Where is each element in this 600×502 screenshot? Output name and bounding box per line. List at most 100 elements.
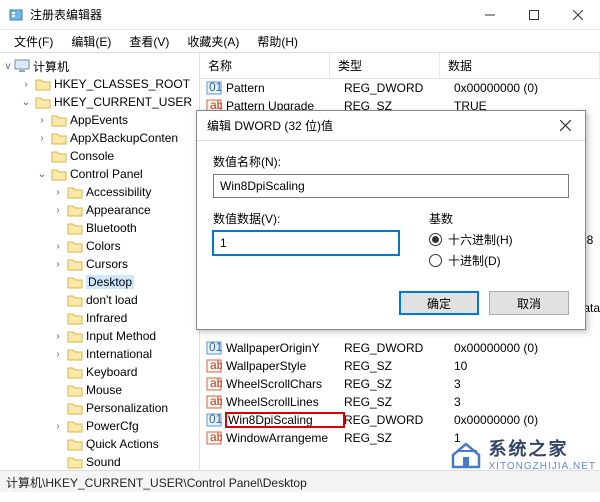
tree-item[interactable]: ›Colors [0,237,199,255]
value-data: 3 [454,395,600,409]
tree-pane[interactable]: v 计算机 ›HKEY_CLASSES_ROOT ⌄ HKEY_CURRENT_US… [0,53,200,470]
expander-icon[interactable]: › [52,187,64,198]
tree-item[interactable]: Quick Actions [0,435,199,453]
app-icon [8,7,24,23]
svg-text:011: 011 [209,412,222,426]
menu-edit[interactable]: 编辑(E) [63,31,119,52]
tree-item[interactable]: Bluetooth [0,219,199,237]
value-icon: ab [206,430,222,446]
radio-dec[interactable]: 十进制(D) [429,252,569,269]
watermark-brand: 系统之家 [489,435,597,461]
expander-icon[interactable]: ⌄ [36,169,48,180]
expander-icon[interactable]: › [52,259,64,270]
tree-item-label: AppXBackupConten [70,131,178,145]
list-row[interactable]: 011PatternREG_DWORD0x00000000 (0) [200,79,600,97]
tree-item[interactable]: ›PowerCfg [0,417,199,435]
list-row[interactable]: 011Win8DpiScalingREG_DWORD0x00000000 (0) [200,411,600,429]
col-data[interactable]: 数据 [440,53,600,78]
svg-text:ab: ab [210,430,222,444]
tree-item-label: Appearance [86,203,151,217]
minimize-button[interactable] [468,0,512,30]
value-icon: 011 [206,80,222,96]
list-header: 名称 类型 数据 [200,53,600,79]
tree-item[interactable]: ›HKEY_CLASSES_ROOT [0,75,199,93]
expander-icon[interactable]: › [52,331,64,342]
expander-icon[interactable]: › [36,133,48,144]
value-data: 0x00000000 (0) [454,341,600,355]
ok-button[interactable]: 确定 [399,291,479,315]
tree-item[interactable]: › AppXBackupConten [0,129,199,147]
tree-item[interactable]: ⌄ HKEY_CURRENT_USER [0,93,199,111]
tree-item[interactable]: ›Cursors [0,255,199,273]
col-type[interactable]: 类型 [330,53,440,78]
folder-icon [51,131,67,145]
menu-favorites[interactable]: 收藏夹(A) [179,31,247,52]
expander-icon[interactable]: › [20,79,32,90]
expander-icon[interactable]: › [52,349,64,360]
radio-icon [429,254,442,267]
dialog-close-button[interactable] [545,111,585,141]
folder-icon [67,455,83,469]
tree-item[interactable]: Keyboard [0,363,199,381]
menu-view[interactable]: 查看(V) [121,31,177,52]
tree-item[interactable]: ›AppEvents [0,111,199,129]
svg-text:ab: ab [210,376,222,390]
list-row[interactable]: abWheelScrollCharsREG_SZ3 [200,375,600,393]
value-name-label: 数值名称(N): [213,153,569,170]
dialog-titlebar[interactable]: 编辑 DWORD (32 位)值 [197,111,585,141]
radio-icon [429,233,442,246]
tree-item-label: HKEY_CURRENT_USER [54,95,192,109]
folder-icon [67,185,83,199]
value-icon: 011 [206,412,222,428]
tree-root[interactable]: v 计算机 [0,57,199,75]
tree-item[interactable]: Console [0,147,199,165]
folder-icon [67,437,83,451]
value-name-input[interactable] [213,174,569,198]
tree-item[interactable]: Infrared [0,309,199,327]
tree-item[interactable]: › Appearance [0,201,199,219]
folder-icon [51,167,67,181]
folder-icon [67,347,83,361]
value-data-input[interactable] [213,231,399,255]
tree-item[interactable]: don't load [0,291,199,309]
expander-icon[interactable]: › [52,241,64,252]
expander-icon[interactable]: › [36,115,48,126]
radio-hex[interactable]: 十六进制(H) [429,231,569,248]
tree-item-label: Input Method [86,329,156,343]
expander-icon[interactable]: › [52,421,64,432]
value-icon: ab [206,358,222,374]
folder-icon [35,77,51,91]
tree-item[interactable]: Desktop [0,273,199,291]
value-icon: ab [206,376,222,392]
tree-item[interactable]: Mouse [0,381,199,399]
tree-item[interactable]: ›Accessibility [0,183,199,201]
value-name: WallpaperOriginY [226,341,344,355]
value-icon: ab [206,394,222,410]
list-row[interactable]: 011WallpaperOriginYREG_DWORD0x00000000 (… [200,339,600,357]
col-name[interactable]: 名称 [200,53,330,78]
menu-help[interactable]: 帮助(H) [249,31,306,52]
list-row[interactable]: abWallpaperStyleREG_SZ10 [200,357,600,375]
value-type: REG_DWORD [344,81,454,95]
tree-item[interactable]: Personalization [0,399,199,417]
menu-file[interactable]: 文件(F) [6,31,61,52]
folder-icon [67,419,83,433]
chevron-down-icon[interactable]: v [2,61,14,72]
value-type: REG_DWORD [344,413,454,427]
tree-item[interactable]: › Input Method [0,327,199,345]
svg-text:011: 011 [209,340,222,354]
maximize-button[interactable] [512,0,556,30]
value-name: WindowArrangeme [226,431,344,445]
tree-item-label: Quick Actions [86,437,159,451]
tree-item-label: Sound [86,455,121,469]
tree-item[interactable]: ⌄ Control Panel [0,165,199,183]
expander-icon[interactable]: › [52,205,64,216]
tree-item[interactable]: Sound [0,453,199,470]
expander-icon[interactable]: ⌄ [20,97,32,108]
cancel-button[interactable]: 取消 [489,291,569,315]
close-button[interactable] [556,0,600,30]
list-row[interactable]: abWheelScrollLinesREG_SZ3 [200,393,600,411]
tree-item[interactable]: ›International [0,345,199,363]
value-icon: 011 [206,340,222,356]
tree-item-label: Control Panel [70,167,143,181]
